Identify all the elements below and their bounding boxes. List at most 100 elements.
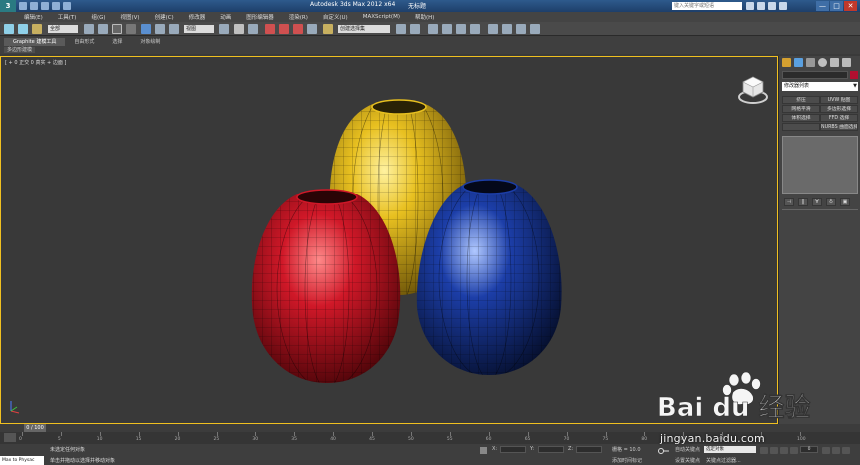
show-end-result-icon[interactable]: ‖ bbox=[798, 198, 808, 206]
app-logo[interactable]: 3 bbox=[0, 0, 16, 12]
make-unique-icon[interactable]: ∀ bbox=[812, 198, 822, 206]
selection-set-select[interactable]: 选定对象 bbox=[704, 446, 756, 453]
menu-views[interactable]: 视图(V) bbox=[121, 13, 140, 21]
zoom-viewport-icon[interactable] bbox=[822, 447, 830, 454]
percent-snap-icon[interactable] bbox=[293, 24, 303, 34]
align-icon[interactable] bbox=[410, 24, 420, 34]
utilities-panel-icon[interactable] bbox=[842, 58, 851, 67]
search-icon[interactable] bbox=[746, 2, 754, 10]
modify-panel-icon[interactable] bbox=[794, 58, 803, 67]
modifier-button-nurbs-select[interactable]: NURBS 曲面选择 bbox=[820, 123, 858, 131]
menu-maxscript[interactable]: MAXScript(M) bbox=[363, 14, 400, 20]
graphite-toggle-icon[interactable] bbox=[442, 24, 452, 34]
ribbon-subtab-polygon-modeling[interactable]: 多边形建模 bbox=[4, 47, 36, 53]
viewcube-icon[interactable] bbox=[737, 73, 769, 105]
rectangular-selection-icon[interactable] bbox=[112, 24, 122, 34]
select-rotate-icon[interactable] bbox=[155, 24, 165, 34]
menu-rendering[interactable]: 渲染(R) bbox=[289, 13, 308, 21]
next-frame-icon[interactable] bbox=[790, 447, 798, 454]
curve-editor-icon[interactable] bbox=[456, 24, 466, 34]
link-icon[interactable] bbox=[4, 24, 14, 34]
auto-key-button[interactable]: 自动关键点 bbox=[675, 446, 700, 453]
time-slider-handle[interactable]: 0 / 100 bbox=[24, 424, 46, 432]
schematic-view-icon[interactable] bbox=[470, 24, 480, 34]
menu-group[interactable]: 组(G) bbox=[91, 13, 105, 21]
add-time-tag-button[interactable]: 添加时间标记 bbox=[612, 457, 642, 464]
mirror-icon[interactable] bbox=[396, 24, 406, 34]
redo-icon[interactable] bbox=[63, 2, 71, 10]
tab-object-paint[interactable]: 对象绘制 bbox=[131, 38, 169, 46]
layer-manager-icon[interactable] bbox=[428, 24, 438, 34]
set-key-button[interactable]: 设置关键点 bbox=[675, 457, 700, 464]
go-to-start-icon[interactable] bbox=[760, 447, 768, 454]
render-setup-icon[interactable] bbox=[502, 24, 512, 34]
spinner-snap-icon[interactable] bbox=[307, 24, 317, 34]
search-input[interactable]: 键入关键字或短语 bbox=[672, 2, 742, 10]
modifier-list-select[interactable]: 修改器列表 ▼ bbox=[782, 82, 858, 91]
x-coordinate-field[interactable] bbox=[500, 446, 526, 453]
snaps-toggle-icon[interactable] bbox=[265, 24, 275, 34]
named-selection-select[interactable]: 创建选择集 bbox=[338, 25, 390, 33]
maxscript-listener-input[interactable]: Max to Physac bbox=[0, 456, 44, 465]
lock-selection-icon[interactable] bbox=[480, 447, 487, 454]
angle-snap-icon[interactable] bbox=[279, 24, 289, 34]
menu-graph-editors[interactable]: 图形编辑器 bbox=[246, 13, 274, 21]
orbit-viewport-icon[interactable] bbox=[842, 447, 850, 454]
render-production-icon[interactable] bbox=[530, 24, 540, 34]
motion-panel-icon[interactable] bbox=[818, 58, 827, 67]
tab-selection[interactable]: 选择 bbox=[103, 38, 131, 46]
select-object-icon[interactable] bbox=[84, 24, 94, 34]
select-by-name-icon[interactable] bbox=[98, 24, 108, 34]
key-filters-button[interactable]: 关键点过滤器... bbox=[706, 457, 741, 464]
unlink-icon[interactable] bbox=[18, 24, 28, 34]
modifier-button-extrude[interactable]: 挤压 bbox=[782, 96, 820, 104]
menu-customize[interactable]: 自定义(U) bbox=[323, 13, 348, 21]
undo-icon[interactable] bbox=[52, 2, 60, 10]
modifier-button-uvw-map[interactable]: UVW 贴图 bbox=[820, 96, 858, 104]
mini-curve-editor-icon[interactable] bbox=[4, 433, 16, 442]
remove-modifier-icon[interactable]: ♁ bbox=[826, 198, 836, 206]
select-scale-icon[interactable] bbox=[169, 24, 179, 34]
modifier-button-ffd-select[interactable]: FFD 选择 bbox=[820, 114, 858, 122]
new-file-icon[interactable] bbox=[19, 2, 27, 10]
object-name-field[interactable] bbox=[782, 71, 848, 79]
edit-named-selection-icon[interactable] bbox=[323, 24, 333, 34]
menu-tools[interactable]: 工具(T) bbox=[58, 13, 77, 21]
close-button[interactable]: ✕ bbox=[844, 1, 857, 11]
previous-frame-icon[interactable] bbox=[770, 447, 778, 454]
rendered-frame-icon[interactable] bbox=[516, 24, 526, 34]
modifier-button-poly-select[interactable]: 多边形选择 bbox=[820, 105, 858, 113]
bind-space-warp-icon[interactable] bbox=[32, 24, 42, 34]
menu-create[interactable]: 创建(C) bbox=[155, 13, 174, 21]
create-panel-icon[interactable] bbox=[782, 58, 791, 67]
z-coordinate-field[interactable] bbox=[576, 446, 602, 453]
save-file-icon[interactable] bbox=[41, 2, 49, 10]
pin-stack-icon[interactable]: ⊣ bbox=[784, 198, 794, 206]
object-color-swatch[interactable] bbox=[850, 71, 858, 79]
window-crossing-icon[interactable] bbox=[126, 24, 136, 34]
menu-animation[interactable]: 动画 bbox=[220, 13, 231, 21]
open-file-icon[interactable] bbox=[30, 2, 38, 10]
modifier-stack[interactable] bbox=[782, 136, 858, 194]
help-icon[interactable] bbox=[779, 2, 787, 10]
minimize-button[interactable]: — bbox=[816, 1, 829, 11]
display-panel-icon[interactable] bbox=[830, 58, 839, 67]
keyboard-shortcut-icon[interactable] bbox=[248, 24, 258, 34]
play-icon[interactable] bbox=[780, 447, 788, 454]
selection-filter-select[interactable]: 全部 bbox=[48, 25, 78, 33]
perspective-viewport[interactable]: [ + 0 正交 0 真实 + 边面 ] bbox=[0, 56, 778, 424]
current-frame-field[interactable]: 0 bbox=[800, 446, 818, 453]
communication-icon[interactable] bbox=[757, 2, 765, 10]
hierarchy-panel-icon[interactable] bbox=[806, 58, 815, 67]
select-manipulate-icon[interactable] bbox=[234, 24, 244, 34]
star-icon[interactable] bbox=[768, 2, 776, 10]
select-move-icon[interactable] bbox=[141, 24, 151, 34]
tab-freeform[interactable]: 自由形式 bbox=[65, 38, 103, 46]
pivot-center-icon[interactable] bbox=[219, 24, 229, 34]
y-coordinate-field[interactable] bbox=[538, 446, 564, 453]
tab-graphite-modeling[interactable]: Graphite 建模工具 bbox=[4, 38, 66, 46]
key-icon[interactable] bbox=[658, 447, 670, 455]
menu-edit[interactable]: 编辑(E) bbox=[24, 13, 43, 21]
configure-sets-icon[interactable]: ▣ bbox=[840, 198, 850, 206]
menu-help[interactable]: 帮助(H) bbox=[415, 13, 434, 21]
